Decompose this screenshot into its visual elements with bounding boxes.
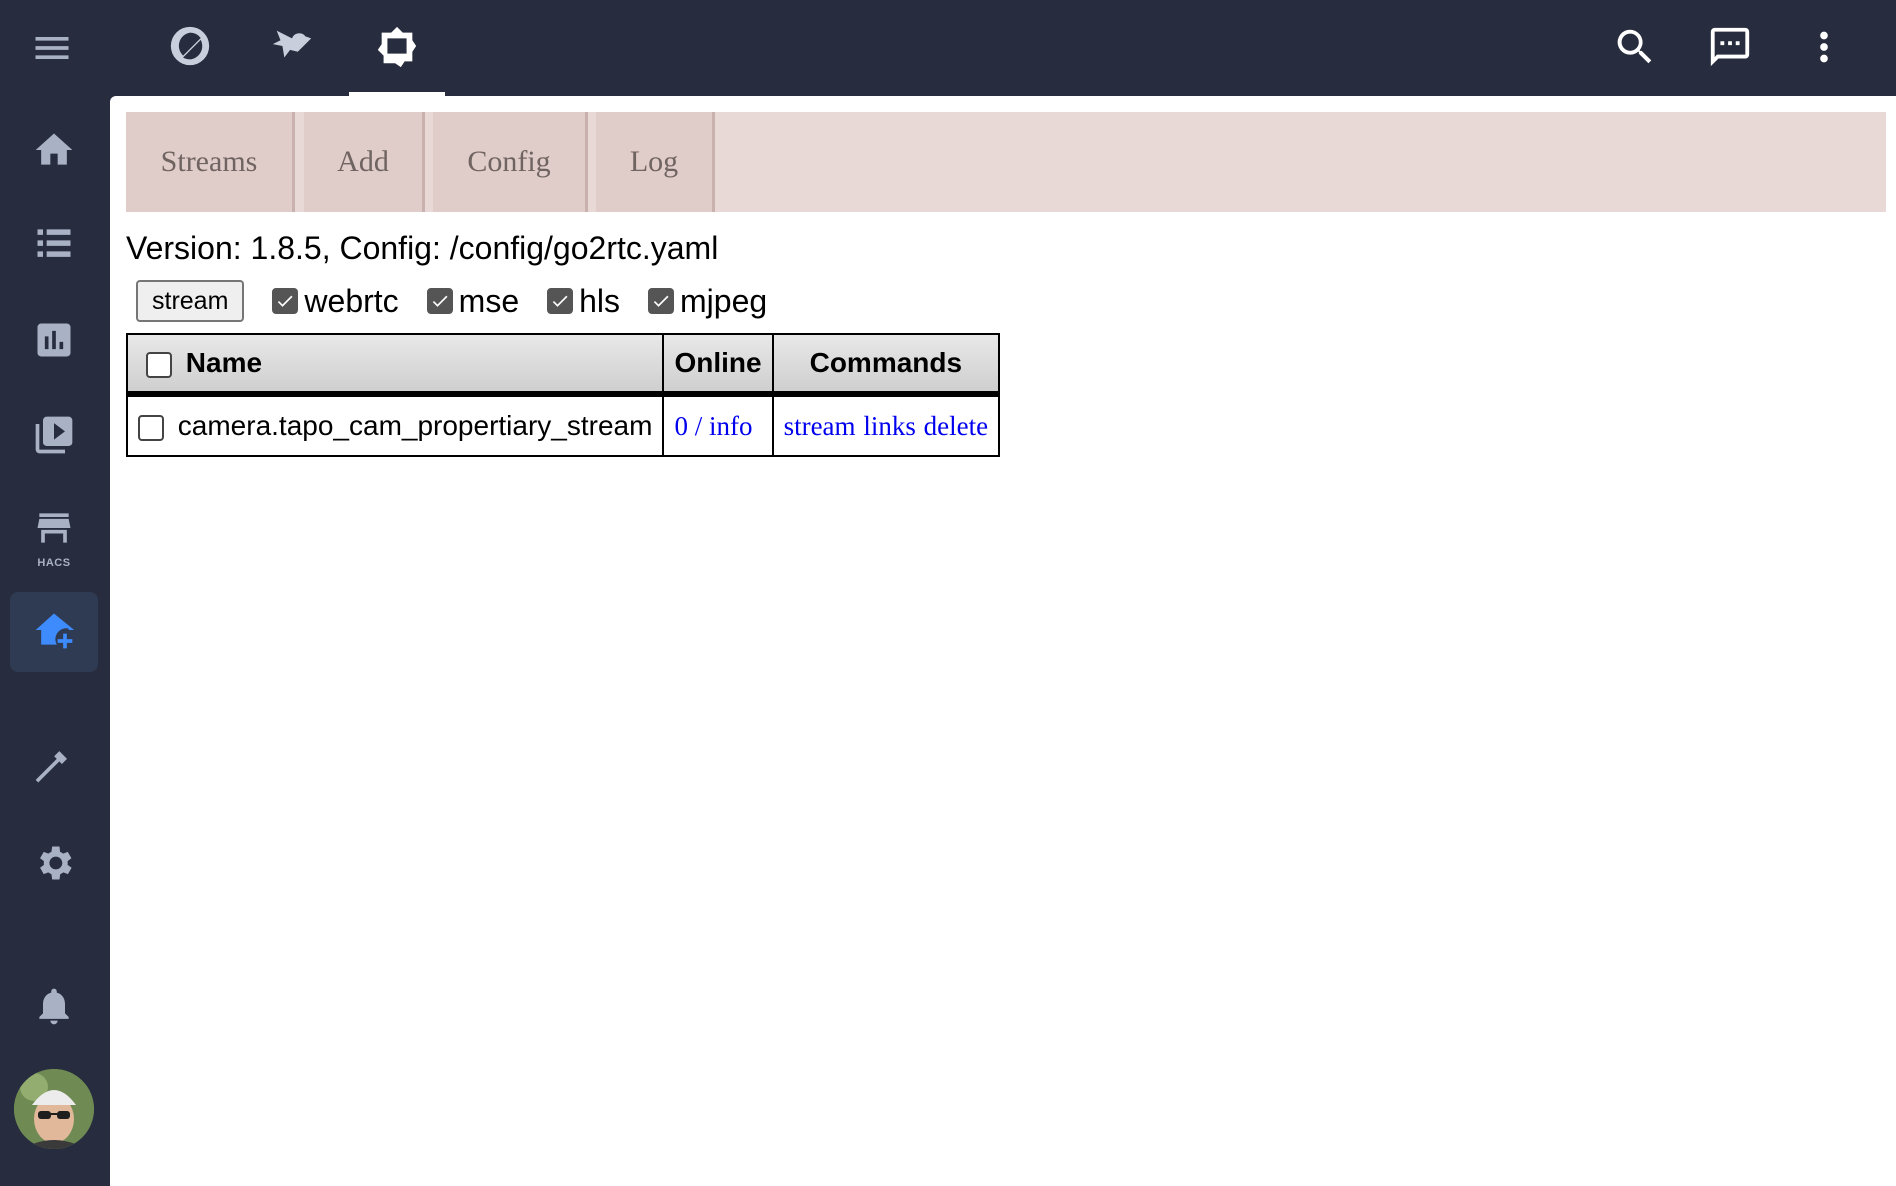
gear-icon (32, 841, 76, 890)
tab-go2rtc[interactable] (349, 0, 445, 96)
main-content: Streams Add Config Log Version: 1.8.5, C… (110, 96, 1896, 1186)
mjpeg-checkbox[interactable] (648, 288, 675, 314)
mode-mse[interactable]: mse (426, 282, 520, 320)
mode-webrtc[interactable]: webrtc (272, 282, 399, 320)
tab-config[interactable]: Config (433, 112, 588, 212)
row-checkbox[interactable] (138, 414, 164, 441)
header-commands: Commands (771, 333, 1001, 397)
home-plus-icon (32, 608, 76, 657)
go2rtc-nav: Streams Add Config Log (126, 112, 1886, 212)
version-info: Version: 1.8.5, Config: /config/go2rtc.y… (126, 230, 719, 266)
header-name-label: Name (185, 347, 263, 378)
webrtc-checkbox[interactable] (272, 288, 299, 314)
webrtc-label: webrtc (304, 282, 399, 319)
mse-checkbox[interactable] (426, 288, 453, 314)
header-name: Name (125, 333, 665, 397)
more-vert-icon[interactable] (1801, 24, 1847, 70)
header-online: Online (662, 333, 774, 397)
sidebar-item-logbook[interactable] (10, 206, 98, 286)
hacs-label: HACS (37, 557, 71, 569)
stream-name: camera.tapo_cam_propertiary_stream (177, 410, 653, 441)
chart-icon (32, 318, 76, 367)
zwave-icon (167, 23, 213, 74)
hammer-icon (32, 744, 76, 793)
sidebar-item-media[interactable] (10, 397, 98, 477)
sidebar: HACS (0, 0, 110, 1186)
stream-link[interactable]: stream (784, 411, 856, 441)
hls-label: hls (579, 282, 621, 319)
avatar[interactable] (14, 1069, 94, 1149)
mjpeg-label: mjpeg (680, 282, 768, 319)
sidebar-item-go2rtc[interactable] (10, 592, 98, 672)
sidebar-item-overview[interactable] (10, 112, 98, 192)
assist-chat-icon[interactable] (1707, 24, 1753, 70)
table-header-row: Name Online Commands (125, 333, 1001, 397)
top-bar (110, 0, 1896, 96)
online-info-link[interactable]: 0 / info (674, 411, 752, 441)
go2rtc-icon (374, 23, 420, 74)
hacs-store-icon (32, 506, 76, 555)
streams-table: Name Online Commands camera.tapo_cam_pro… (125, 333, 1001, 457)
tab-streams[interactable]: Streams (126, 112, 295, 212)
stream-button[interactable]: stream (136, 280, 245, 322)
tab-log[interactable]: Log (596, 112, 715, 212)
tab-bird[interactable] (244, 0, 340, 96)
mse-label: mse (458, 282, 520, 319)
search-icon[interactable] (1612, 24, 1658, 70)
table-row: camera.tapo_cam_propertiary_stream 0 / i… (125, 393, 1001, 457)
hls-checkbox[interactable] (547, 288, 574, 314)
bell-icon (32, 984, 76, 1033)
stream-commands-cell: stream links delete (771, 393, 1001, 457)
stream-name-cell: camera.tapo_cam_propertiary_stream (125, 393, 665, 457)
list-icon (32, 222, 76, 271)
mode-mjpeg[interactable]: mjpeg (648, 283, 767, 320)
links-link[interactable]: links (863, 411, 916, 441)
menu-icon[interactable] (30, 26, 74, 70)
stream-controls: stream webrtc mse hls mjpeg (136, 280, 767, 322)
tab-zwave[interactable] (142, 0, 238, 96)
tab-add[interactable]: Add (304, 112, 425, 212)
sidebar-item-hacs[interactable]: HACS (10, 497, 98, 577)
home-icon (32, 128, 76, 177)
media-icon (32, 413, 76, 462)
sidebar-item-notifications[interactable] (10, 968, 98, 1048)
delete-link[interactable]: delete (924, 411, 988, 441)
bird-icon (269, 23, 315, 74)
stream-online-cell: 0 / info (662, 393, 774, 457)
select-all-checkbox[interactable] (146, 351, 172, 378)
sidebar-item-developer-tools[interactable] (10, 728, 98, 808)
mode-hls[interactable]: hls (547, 283, 620, 320)
sidebar-item-history[interactable] (10, 302, 98, 382)
sidebar-item-settings[interactable] (10, 825, 98, 905)
